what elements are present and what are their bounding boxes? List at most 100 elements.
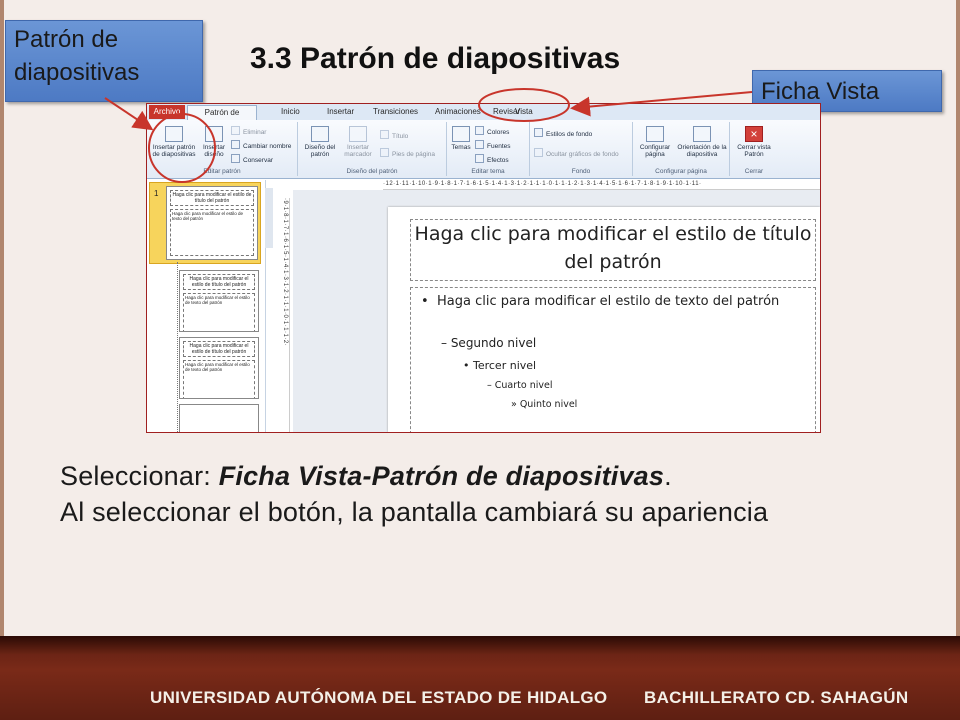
instruction-text: Seleccionar: Ficha Vista-Patrón de diapo… <box>60 458 940 530</box>
group-editar-tema: Temas Colores Fuentes Efectos Editar tem… <box>447 122 530 176</box>
thumbnail-layout[interactable]: Haga clic para modificar el estilo de tí… <box>179 270 259 332</box>
instruction-suffix: . <box>664 461 672 491</box>
horizontal-ruler: ·12·1·11·1·10·1·9·1·8·1·7·1·6·1·5·1·4·1·… <box>383 180 820 190</box>
insert-layout-button[interactable]: Insertar diseño <box>199 126 229 158</box>
thumbnail-body: Haga clic para modificar el estilo de te… <box>183 360 255 398</box>
delete-button[interactable]: Eliminar <box>231 126 266 136</box>
master-slide: Haga clic para modificar el estilo de tí… <box>388 207 820 432</box>
thumbnail-layout[interactable] <box>179 404 259 432</box>
page-setup-icon <box>646 126 664 142</box>
group-diseno-patron: Diseño del patrón Insertar marcador Títu… <box>298 122 447 176</box>
tab-transiciones[interactable]: Transiciones <box>373 107 418 116</box>
powerpoint-screenshot: Archivo Patrón de diapositivas Inicio In… <box>146 103 821 433</box>
master-layout-label: Diseño del patrón <box>304 144 336 158</box>
delete-label: Eliminar <box>243 129 267 136</box>
bg-styles-icon <box>534 128 543 137</box>
effects-label: Efectos <box>487 157 509 164</box>
group-label-editar-patron: Editar patrón <box>203 168 241 175</box>
text-level-4: – Cuarto nivel <box>487 380 553 391</box>
colors-label: Colores <box>487 129 510 136</box>
tab-insertar[interactable]: Insertar <box>327 107 354 116</box>
insert-placeholder-button[interactable]: Insertar marcador <box>340 126 376 158</box>
callout-patron-diapositivas: Patrón de diapositivas <box>5 20 203 102</box>
instruction-line-2: Al seleccionar el botón, la pantalla cam… <box>60 497 769 527</box>
delete-icon <box>231 126 240 135</box>
title-checkbox-label: Título <box>392 133 409 140</box>
themes-label: Temas <box>451 144 471 151</box>
text-level-5: » Quinto nivel <box>511 399 578 410</box>
checkbox-icon <box>534 148 543 157</box>
fonts-button[interactable]: Fuentes <box>475 140 511 150</box>
fonts-icon <box>475 140 484 149</box>
preserve-button[interactable]: Conservar <box>231 154 273 164</box>
page-setup-label: Configurar página <box>639 144 671 158</box>
close-icon: × <box>745 126 763 142</box>
rename-button[interactable]: Cambiar nombre <box>231 140 291 150</box>
thumbnail-body: Haga clic para modificar el estilo de te… <box>170 209 254 257</box>
themes-button[interactable]: Temas <box>449 126 473 151</box>
preserve-icon <box>231 154 240 163</box>
colors-button[interactable]: Colores <box>475 126 509 136</box>
text-level-2: – Segundo nivel <box>441 336 537 350</box>
page-setup-button[interactable]: Configurar página <box>635 126 675 158</box>
hide-bg-label: Ocultar gráficos de fondo <box>546 151 619 158</box>
orientation-label: Orientación de la diapositiva <box>677 144 727 158</box>
effects-button[interactable]: Efectos <box>475 154 509 164</box>
group-label-diseno-patron: Diseño del patrón <box>346 168 398 175</box>
body-placeholder[interactable]: • Haga clic para modificar el estilo de t… <box>410 287 816 432</box>
thumbnail-layout[interactable]: Haga clic para modificar el estilo de tí… <box>179 337 259 399</box>
footer-university: UNIVERSIDAD AUTÓNOMA DEL ESTADO DE HIDAL… <box>150 688 608 707</box>
footer-strip <box>0 636 960 654</box>
rename-icon <box>231 140 240 149</box>
insert-layout-icon <box>205 126 223 142</box>
right-decor-bar <box>956 0 960 650</box>
ribbon-tab-bar: Archivo Patrón de diapositivas Inicio In… <box>147 104 820 130</box>
bg-styles-label: Estilos de fondo <box>546 131 593 138</box>
thumbnail-scrollbar[interactable] <box>265 188 273 248</box>
title-placeholder[interactable]: Haga clic para modificar el estilo de tí… <box>410 219 816 281</box>
text-level-3: • Tercer nivel <box>463 359 537 372</box>
bg-styles-button[interactable]: Estilos de fondo <box>534 128 592 138</box>
rename-label: Cambiar nombre <box>243 143 292 150</box>
themes-icon <box>452 126 470 142</box>
orientation-button[interactable]: Orientación de la diapositiva <box>677 126 727 158</box>
close-master-view-label: Cerrar vista Patrón <box>737 144 771 158</box>
text-level-1-label: Haga clic para modificar el estilo de te… <box>437 294 780 309</box>
thumbnail-master[interactable]: Haga clic para modificar el estilo de tí… <box>166 186 258 260</box>
fonts-label: Fuentes <box>487 143 511 150</box>
tab-patron-diapositivas[interactable]: Patrón de diapositivas <box>187 105 257 130</box>
instruction-emphasis: Ficha Vista-Patrón de diapositivas <box>218 461 665 491</box>
vertical-ruler: ·9·1·8·1·7·1·6·1·5·1·4·1·3·1·2·1·1·1·0·1… <box>280 198 290 432</box>
thumbnail-title: Haga clic para modificar el estilo de tí… <box>183 274 255 290</box>
preserve-label: Conservar <box>243 157 273 164</box>
arrow-to-patron <box>104 97 154 131</box>
checkbox-icon <box>380 148 389 157</box>
insert-placeholder-icon <box>349 126 367 142</box>
group-editar-patron: Insertar patrón de diapositivas Insertar… <box>147 122 298 176</box>
thumbnail-selected[interactable]: 1 Haga clic para modificar el estilo de … <box>149 182 261 264</box>
slide-title: 3.3 Patrón de diapositivas <box>250 42 621 75</box>
master-layout-button[interactable]: Diseño del patrón <box>302 126 338 158</box>
title-checkbox[interactable]: Título <box>380 130 408 140</box>
thumbnail-title: Haga clic para modificar el estilo de tí… <box>170 190 254 206</box>
group-label-fondo: Fondo <box>571 168 591 175</box>
checkbox-icon <box>380 130 389 139</box>
insert-master-label: Insertar patrón de diapositivas <box>152 144 196 158</box>
orientation-icon <box>693 126 711 142</box>
text-level-1: • Haga clic para modificar el estilo de t… <box>421 292 820 312</box>
hide-bg-checkbox[interactable]: Ocultar gráficos de fondo <box>534 148 619 158</box>
close-master-view-button[interactable]: × Cerrar vista Patrón <box>732 126 776 158</box>
thumbnail-pane: 1 Haga clic para modificar el estilo de … <box>147 180 266 432</box>
tab-animaciones[interactable]: Animaciones <box>435 107 481 116</box>
master-layout-icon <box>311 126 329 142</box>
tab-inicio[interactable]: Inicio <box>281 107 300 116</box>
tab-archivo[interactable]: Archivo <box>149 105 185 119</box>
insert-master-button[interactable]: Insertar patrón de diapositivas <box>149 126 199 158</box>
bullet: • <box>421 294 429 309</box>
instruction-prefix: Seleccionar: <box>60 461 219 491</box>
group-label-editar-tema: Editar tema <box>471 168 505 175</box>
thumbnail-body: Haga clic para modificar el estilo de te… <box>183 293 255 331</box>
footer-banner: UNIVERSIDAD AUTÓNOMA DEL ESTADO DE HIDAL… <box>0 636 960 720</box>
footers-checkbox[interactable]: Pies de página <box>380 148 435 158</box>
tab-vista[interactable]: Vista <box>515 107 533 116</box>
